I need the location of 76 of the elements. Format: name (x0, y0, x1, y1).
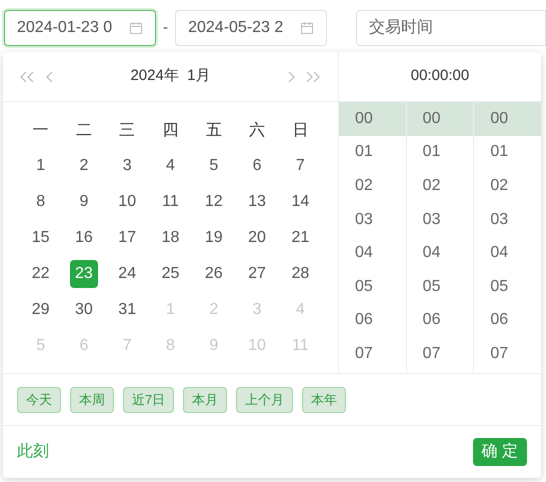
day-cell[interactable]: 13 (243, 188, 272, 216)
confirm-button[interactable]: 确 定 (472, 438, 527, 466)
day-cell[interactable]: 11 (156, 188, 184, 216)
day-cell[interactable]: 28 (286, 260, 314, 288)
day-cell[interactable]: 1 (26, 152, 55, 180)
next-month-icon[interactable] (288, 70, 296, 82)
day-cell[interactable]: 17 (113, 224, 142, 252)
day-cell[interactable]: 15 (26, 224, 55, 252)
weekday-label: 六 (249, 120, 266, 141)
start-date-field[interactable]: 2024-01-23 0 (4, 10, 156, 46)
time-option[interactable]: 07 (474, 337, 541, 371)
time-option[interactable]: 00 (339, 102, 406, 136)
range-separator: - (162, 18, 169, 38)
weekday-label: 日 (292, 121, 308, 141)
weekday-label: 四 (162, 121, 178, 141)
time-option[interactable]: 05 (406, 270, 474, 304)
day-cell[interactable]: 14 (286, 188, 314, 216)
day-cell[interactable]: 30 (70, 296, 98, 324)
weekday-label: 五 (206, 121, 222, 141)
day-cell[interactable]: 29 (26, 296, 55, 324)
previous-month-icon[interactable] (45, 70, 53, 82)
day-cell[interactable]: 21 (286, 224, 314, 252)
time-option[interactable]: 04 (474, 236, 541, 270)
end-date-field[interactable]: 2024-05-23 2 (175, 10, 327, 46)
time-option[interactable]: 05 (339, 270, 406, 304)
time-option[interactable]: 02 (339, 169, 406, 203)
day-cell[interactable]: 25 (156, 260, 184, 288)
time-option[interactable]: 07 (406, 337, 474, 371)
day-cell[interactable]: 24 (113, 260, 142, 288)
time-option[interactable]: 01 (406, 136, 474, 170)
day-cell[interactable]: 2 (70, 152, 98, 180)
time-option[interactable]: 03 (339, 202, 406, 236)
time-option[interactable]: 02 (406, 169, 474, 203)
time-option[interactable]: 06 (474, 304, 541, 338)
day-cell[interactable]: 18 (156, 224, 184, 252)
time-option[interactable]: 00 (474, 102, 541, 136)
day-cell[interactable]: 22 (26, 260, 55, 288)
day-cell[interactable]: 12 (200, 188, 228, 216)
day-cell[interactable]: 20 (243, 224, 272, 252)
time-option[interactable]: 06 (406, 304, 474, 338)
day-cell[interactable]: 23 (70, 260, 98, 288)
day-cell[interactable]: 19 (200, 224, 228, 252)
day-cell[interactable]: 8 (26, 188, 55, 216)
previous-year-icon[interactable] (19, 70, 35, 82)
day-cell[interactable]: 4 (156, 152, 184, 180)
time-option[interactable]: 07 (339, 337, 406, 371)
now-link[interactable]: 此刻 (17, 440, 49, 464)
weekday-label: 三 (119, 121, 136, 141)
day-cell[interactable]: 6 (243, 152, 272, 180)
weekday-label: 二 (76, 121, 92, 141)
day-cell[interactable]: 3 (113, 152, 142, 180)
day-cell[interactable]: 5 (200, 152, 228, 180)
day-cell[interactable]: 10 (113, 188, 142, 216)
day-cell[interactable]: 26 (200, 260, 228, 288)
calendar-icon (128, 21, 143, 35)
time-option[interactable]: 05 (474, 270, 541, 304)
time-option[interactable]: 01 (474, 136, 541, 170)
day-cell[interactable]: 27 (243, 260, 272, 288)
time-option[interactable]: 04 (406, 236, 474, 270)
day-cell[interactable]: 16 (70, 224, 98, 252)
day-cell[interactable]: 31 (113, 296, 142, 324)
time-option[interactable]: 00 (406, 102, 474, 136)
time-option[interactable]: 02 (474, 169, 541, 203)
calendar-icon (300, 21, 314, 35)
time-option[interactable]: 04 (339, 236, 406, 270)
day-cell[interactable]: 9 (70, 188, 98, 216)
weekday-label: 一 (32, 121, 49, 141)
time-option[interactable]: 03 (474, 202, 541, 236)
time-option[interactable]: 01 (339, 136, 406, 170)
time-option[interactable]: 03 (406, 202, 474, 236)
month-title: 2024年 1月 (129, 66, 212, 86)
day-cell[interactable]: 7 (286, 152, 314, 180)
time-option[interactable]: 06 (339, 304, 406, 338)
time-title: 00:00:00 (410, 66, 470, 86)
next-year-icon[interactable] (306, 70, 322, 82)
filter-field[interactable]: 交易时间 (356, 10, 546, 46)
